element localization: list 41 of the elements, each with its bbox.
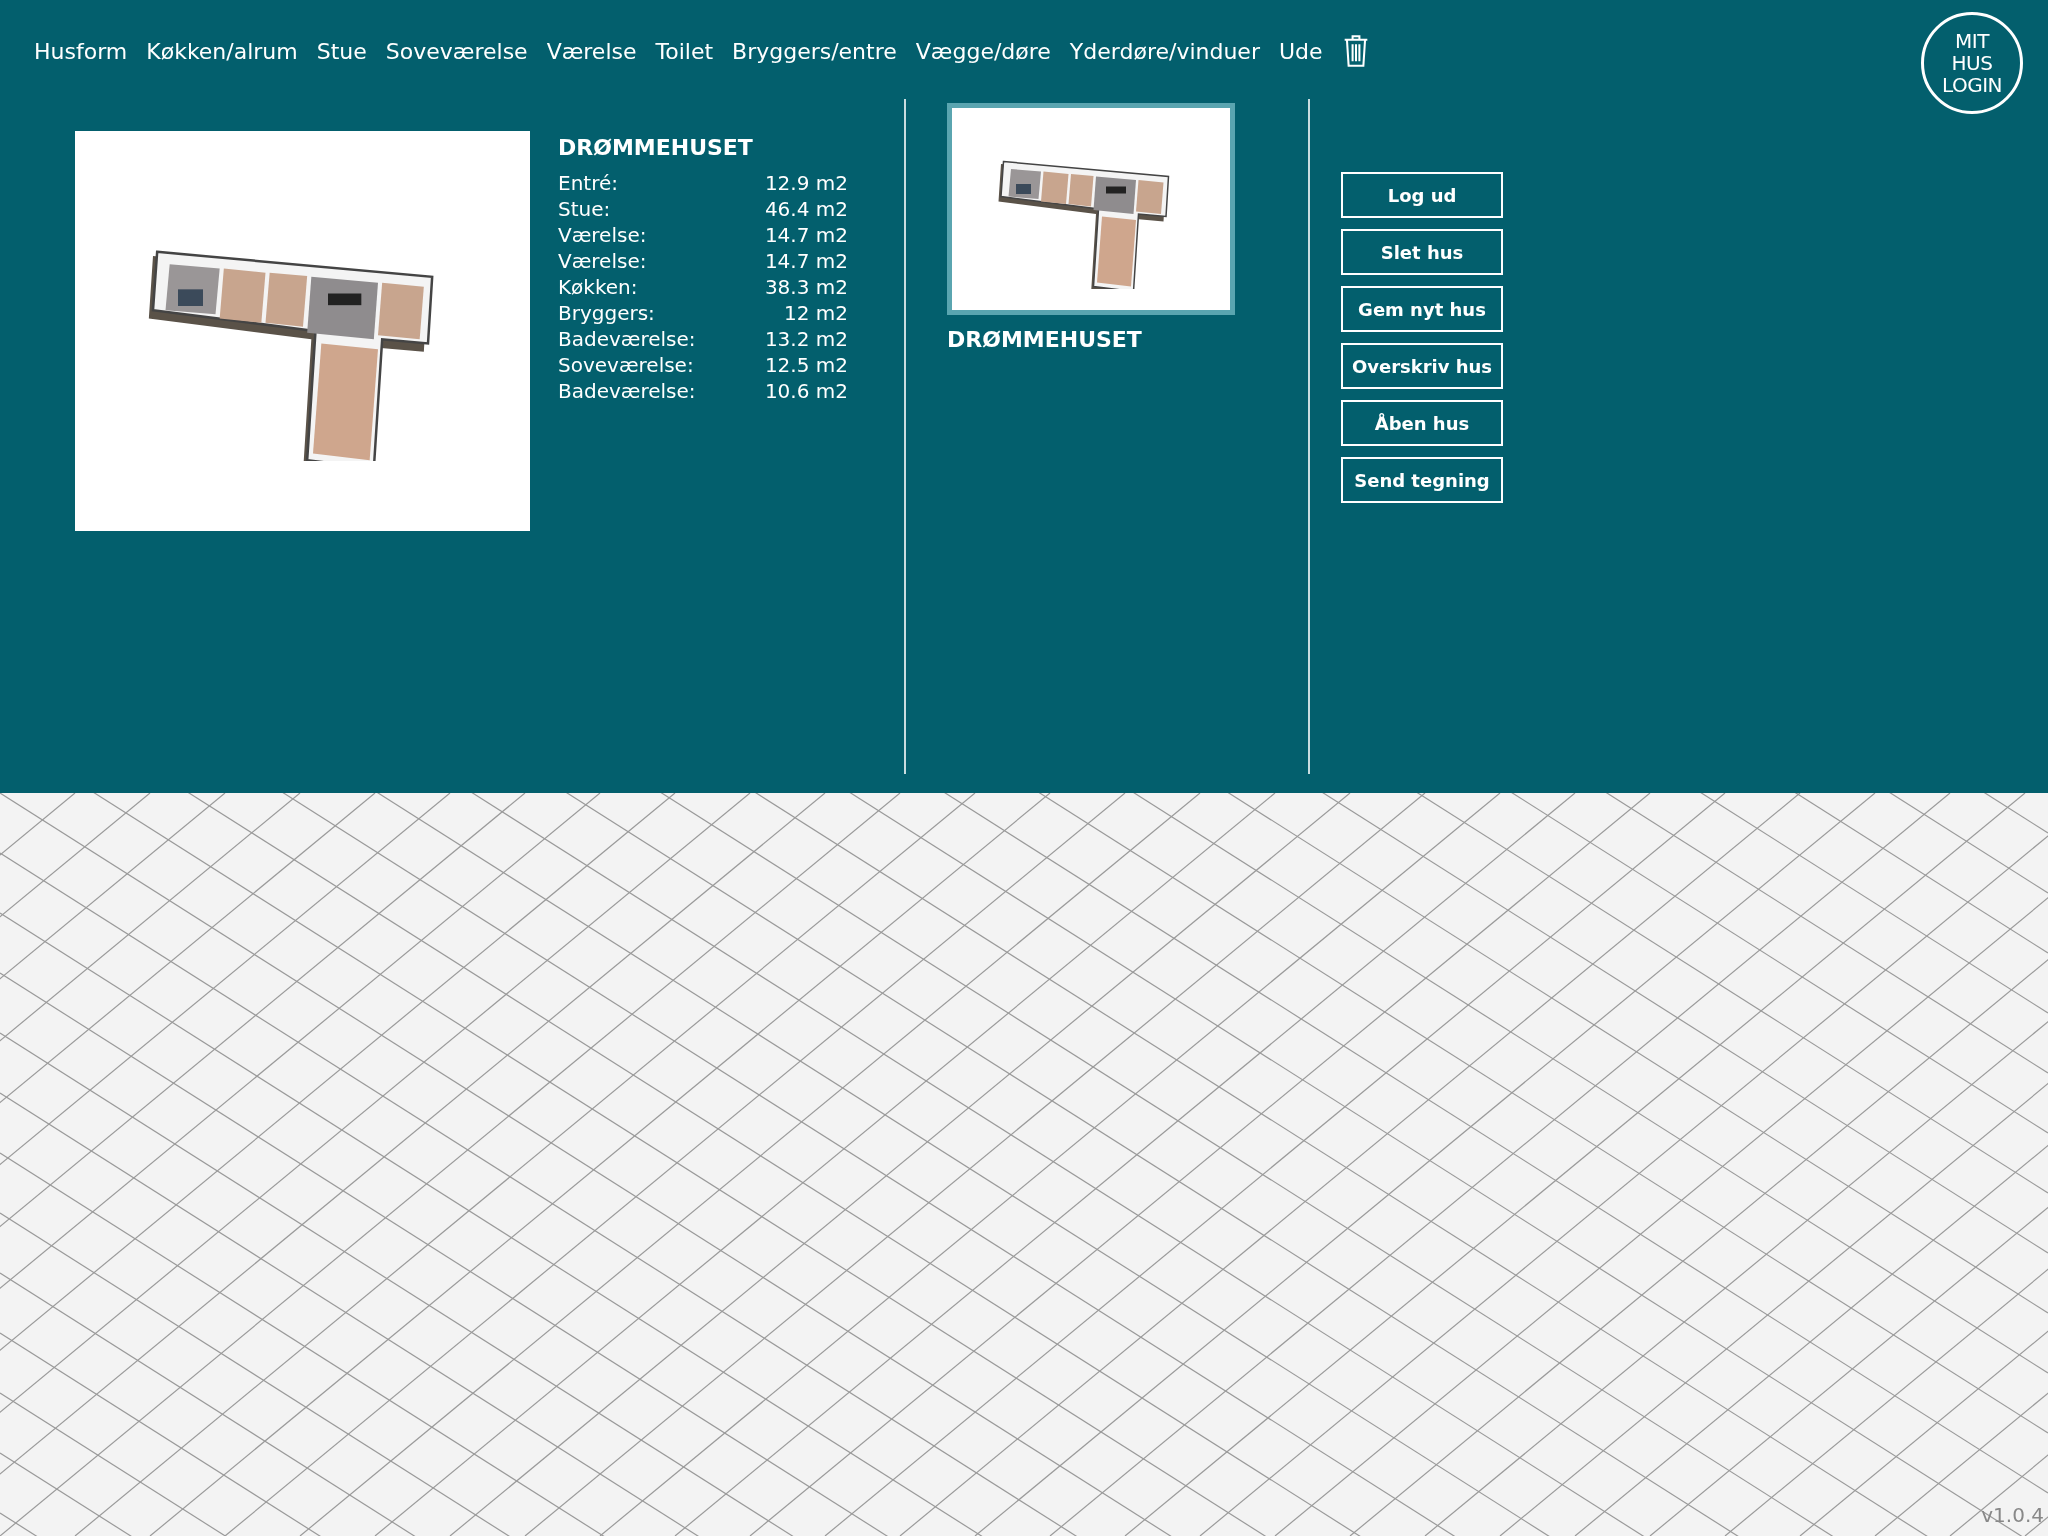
nav-link[interactable]: Stue [316,34,367,68]
nav-link[interactable]: Soveværelse [385,34,528,68]
action-button[interactable]: Overskriv hus [1341,343,1503,389]
saved-house-thumbnail[interactable] [947,103,1235,315]
room-name: Køkken: [558,274,638,300]
action-button[interactable]: Åben hus [1341,400,1503,446]
room-area: 12.5 m2 [764,352,848,378]
room-area: 12.9 m2 [764,170,848,196]
room-name: Værelse: [558,248,647,274]
logo-text: LOGIN [1942,74,2002,96]
room-area: 14.7 m2 [764,248,848,274]
nav-link[interactable]: Toilet [655,34,714,68]
room-name: Badeværelse: [558,378,696,404]
room-name: Værelse: [558,222,647,248]
action-button[interactable]: Log ud [1341,172,1503,218]
nav-link[interactable]: Køkken/alrum [146,34,298,68]
action-button[interactable]: Slet hus [1341,229,1503,275]
nav-link[interactable]: Vægge/døre [915,34,1051,68]
room-name: Stue: [558,196,611,222]
house-title: DRØMMEHUSET [558,134,754,162]
logo-text: HUS [1951,52,1993,74]
room-area: 10.6 m2 [764,378,848,404]
room-area: 46.4 m2 [764,196,848,222]
nav-link[interactable]: Ude [1278,34,1323,68]
action-button[interactable]: Send tegning [1341,457,1503,503]
room-area: 12 m2 [784,300,848,326]
nav-link[interactable]: Værelse [546,34,637,68]
room-area: 13.2 m2 [764,326,848,352]
room-area: 38.3 m2 [764,274,848,300]
room-name: Soveværelse: [558,352,694,378]
room-name: Entré: [558,170,618,196]
room-name: Badeværelse: [558,326,696,352]
nav-link[interactable]: Yderdøre/vinduer [1069,34,1260,68]
saved-house-title: DRØMMEHUSET [947,326,1143,354]
room-name: Bryggers: [558,300,655,326]
logo-text: MIT [1955,30,1989,52]
nav-link[interactable]: Bryggers/entre [732,34,897,68]
login-badge[interactable]: MIT HUS LOGIN [1921,12,2023,114]
nav-link[interactable]: Husform [34,34,128,68]
room-area: 14.7 m2 [764,222,848,248]
action-button[interactable]: Gem nyt hus [1341,286,1503,332]
